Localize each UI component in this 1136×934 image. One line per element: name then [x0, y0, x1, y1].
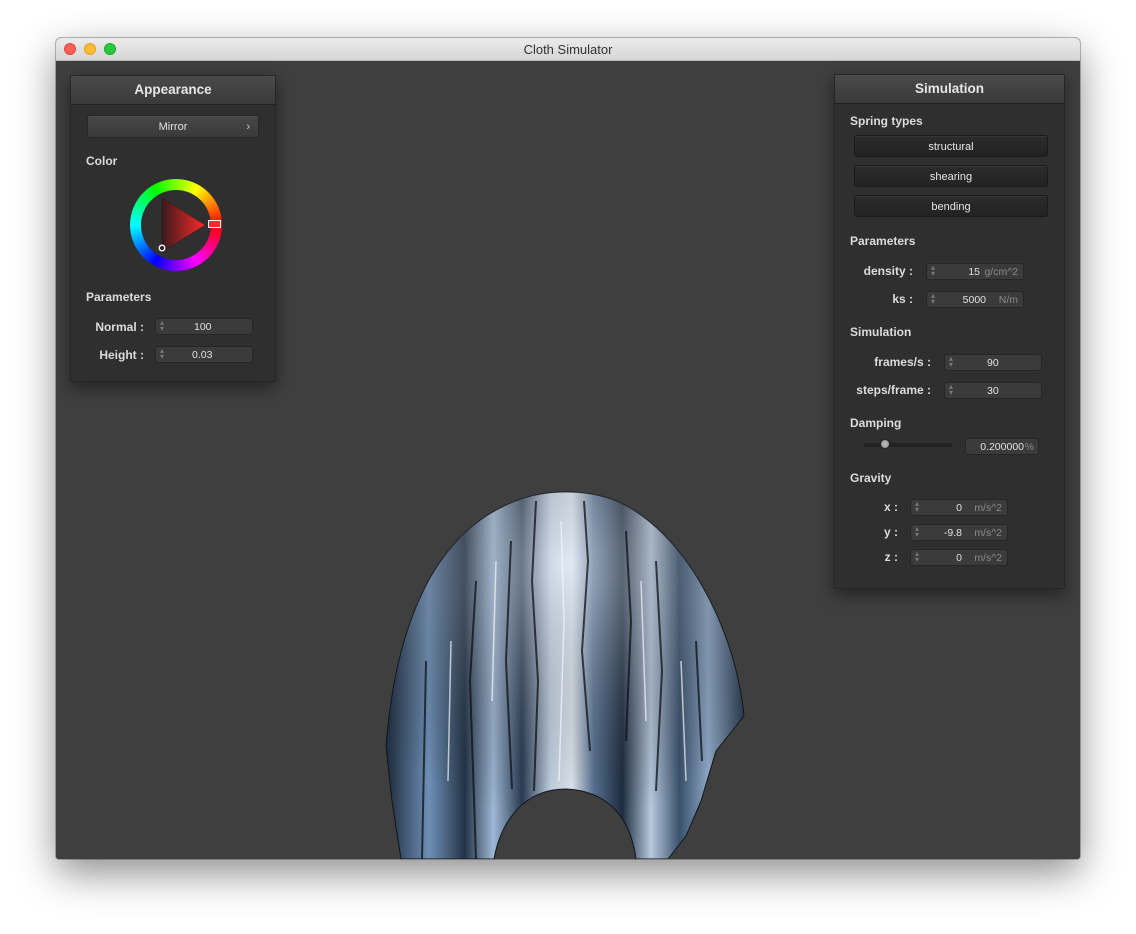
color-section-label: Color	[86, 154, 118, 168]
gravity-z-value: 0	[956, 552, 962, 564]
chevron-right-icon: ›	[246, 121, 250, 133]
height-label: Height :	[99, 348, 144, 362]
window-title: Cloth Simulator	[523, 42, 613, 57]
simulation-panel: Simulation Spring types structural shear…	[834, 74, 1065, 589]
close-button[interactable]	[64, 43, 76, 55]
stepper-icon[interactable]: ▴ ▾	[949, 383, 953, 397]
damping-input[interactable]: 0.200000 %	[965, 438, 1039, 455]
steps-label: steps/frame :	[856, 383, 931, 397]
simulation-parameters-label: Parameters	[850, 234, 916, 248]
normal-input[interactable]: ▴ ▾ 100	[155, 318, 253, 335]
gravity-label: Gravity	[850, 471, 892, 485]
structural-button[interactable]: structural	[854, 135, 1048, 157]
appearance-panel: Appearance Mirror › Color Parameters Nor…	[70, 75, 276, 382]
damping-value: 0.200000	[980, 441, 1024, 453]
simulation-panel-title: Simulation	[835, 75, 1064, 104]
hue-selector-handle[interactable]	[208, 220, 221, 228]
stepper-icon[interactable]: ▴ ▾	[931, 264, 935, 278]
shader-dropdown[interactable]: Mirror ›	[87, 115, 259, 138]
simulation-section-label: Simulation	[850, 325, 912, 339]
gravity-x-value: 0	[956, 502, 962, 514]
shader-dropdown-value: Mirror	[158, 121, 188, 133]
3d-viewport[interactable]: Appearance Mirror › Color Parameters Nor…	[56, 61, 1080, 859]
color-wheel[interactable]	[130, 179, 222, 271]
steps-input[interactable]: ▴ ▾ 30	[944, 382, 1042, 399]
density-value: 15	[968, 266, 980, 278]
steps-value: 30	[987, 385, 999, 397]
title-bar: Cloth Simulator	[56, 38, 1080, 61]
normal-value: 100	[194, 321, 212, 333]
frames-label: frames/s :	[874, 355, 931, 369]
ks-label: ks :	[892, 292, 913, 306]
frames-input[interactable]: ▴ ▾ 90	[944, 354, 1042, 371]
frames-value: 90	[987, 357, 999, 369]
stepper-icon[interactable]: ▴ ▾	[949, 355, 953, 369]
stepper-icon[interactable]: ▴ ▾	[915, 550, 919, 564]
density-label: density :	[863, 264, 913, 278]
gravity-y-value: -9.8	[943, 527, 962, 539]
gravity-z-label: z :	[884, 550, 898, 564]
stepper-icon[interactable]: ▴ ▾	[931, 292, 935, 306]
minimize-button[interactable]	[84, 43, 96, 55]
density-input[interactable]: ▴ ▾ 15 g/cm^2	[926, 263, 1024, 280]
gravity-z-input[interactable]: ▴ ▾ 0 m/s^2	[910, 549, 1008, 566]
normal-label: Normal :	[95, 320, 144, 334]
gravity-x-unit: m/s^2	[974, 502, 1002, 514]
zoom-button[interactable]	[104, 43, 116, 55]
gravity-x-input[interactable]: ▴ ▾ 0 m/s^2	[910, 499, 1008, 516]
ks-input[interactable]: ▴ ▾ 5000 N/m	[926, 291, 1024, 308]
stepper-icon[interactable]: ▴ ▾	[160, 319, 164, 333]
gravity-z-unit: m/s^2	[974, 552, 1002, 564]
appearance-parameters-label: Parameters	[86, 290, 152, 304]
damping-slider[interactable]	[864, 439, 952, 449]
spring-types-label: Spring types	[850, 114, 923, 128]
gravity-y-label: y :	[883, 525, 898, 539]
gravity-x-label: x :	[883, 500, 898, 514]
appearance-panel-title: Appearance	[71, 76, 275, 105]
app-window: Cloth Simulator Appearance Mirror › Colo…	[56, 38, 1080, 859]
stepper-icon[interactable]: ▴ ▾	[160, 347, 164, 361]
height-input[interactable]: ▴ ▾ 0.03	[155, 346, 253, 363]
height-value: 0.03	[192, 349, 213, 361]
ks-unit: N/m	[998, 294, 1018, 306]
damping-slider-handle[interactable]	[879, 439, 890, 449]
gravity-y-unit: m/s^2	[974, 527, 1002, 539]
ks-value: 5000	[962, 294, 986, 306]
gravity-y-input[interactable]: ▴ ▾ -9.8 m/s^2	[910, 524, 1008, 541]
stepper-icon[interactable]: ▴ ▾	[915, 525, 919, 539]
damping-unit: %	[1024, 441, 1034, 453]
stepper-icon[interactable]: ▴ ▾	[915, 500, 919, 514]
shearing-button[interactable]: shearing	[854, 165, 1048, 187]
bending-button[interactable]: bending	[854, 195, 1048, 217]
damping-slider-track	[864, 443, 952, 447]
damping-label: Damping	[850, 416, 902, 430]
density-unit: g/cm^2	[984, 266, 1018, 278]
